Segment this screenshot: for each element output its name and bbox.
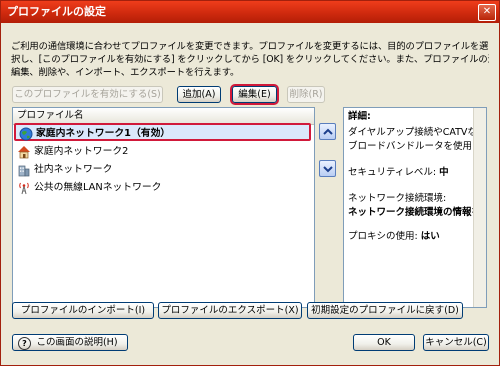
network-environment-value: ネットワーク接続環境の情報を xyxy=(348,207,482,218)
enable-profile-button[interactable]: このプロファイルを有効にする(S) xyxy=(12,86,163,103)
help-button[interactable]: ? この画面の説明(H) xyxy=(12,334,128,351)
profile-item-label: 公共の無線LANネットワーク xyxy=(34,182,162,193)
profile-list: プロファイル名 家庭内ネットワーク1（有効） 家庭内ネットワーク2 社内ネットワ… xyxy=(12,107,315,308)
globe-icon xyxy=(19,127,33,141)
profile-item-label: 家庭内ネットワーク1（有効） xyxy=(36,128,171,139)
question-icon: ? xyxy=(18,337,31,350)
security-level: セキュリティレベル: 中 xyxy=(348,166,449,180)
details-description-line: ダイヤルアップ接続やCATVなど xyxy=(348,127,487,138)
move-up-button[interactable] xyxy=(319,123,336,140)
details-heading: 詳細: xyxy=(348,111,371,122)
title-bar: プロファイルの設定 ✕ xyxy=(1,1,499,23)
proxy-usage-label: プロキシの使用: xyxy=(348,231,418,242)
help-button-label: この画面の説明(H) xyxy=(36,337,118,348)
wireless-tower-icon xyxy=(17,181,31,195)
import-profile-button[interactable]: プロファイルのインポート(I) xyxy=(12,302,154,319)
profile-item-home-2[interactable]: 家庭内ネットワーク2 xyxy=(14,143,311,161)
restore-default-profile-button[interactable]: 初期設定のプロファイルに戻す(D) xyxy=(307,302,463,319)
description-line: 択し、[このプロファイルを有効にする] をクリックしてから [OK] をクリック… xyxy=(11,54,489,65)
details-description-line: ブロードバンドルータを使用しな xyxy=(348,141,487,152)
details-panel: 詳細: ダイヤルアップ接続やCATVなど ブロードバンドルータを使用しな セキュ… xyxy=(343,107,487,308)
description-line: 編集、削除や、インポート、エクスポートを行えます。 xyxy=(11,67,240,78)
chevron-up-icon xyxy=(323,128,333,135)
security-level-value: 中 xyxy=(439,167,449,178)
delete-button[interactable]: 削除(R) xyxy=(287,86,325,103)
description-line: ご利用の通信環境に合わせてプロファイルを変更できます。プロファイルを変更するには… xyxy=(11,41,489,52)
profile-item-label: 家庭内ネットワーク2 xyxy=(34,146,129,157)
security-level-label: セキュリティレベル: xyxy=(348,167,437,178)
proxy-usage-value: はい xyxy=(420,231,440,242)
profile-item-public-wireless[interactable]: 公共の無線LANネットワーク xyxy=(14,179,311,197)
house-icon xyxy=(17,145,31,159)
cancel-button[interactable]: キャンセル(C) xyxy=(423,334,489,351)
move-down-button[interactable] xyxy=(319,160,336,177)
proxy-usage: プロキシの使用: はい xyxy=(348,230,440,244)
description-text: ご利用の通信環境に合わせてプロファイルを変更できます。プロファイルを変更するには… xyxy=(11,40,489,79)
profile-item-home-1[interactable]: 家庭内ネットワーク1（有効） xyxy=(14,123,311,141)
details-scrollbar[interactable] xyxy=(473,108,486,307)
edit-button[interactable]: 編集(E) xyxy=(232,86,277,103)
ok-button[interactable]: OK xyxy=(353,334,415,351)
window-title: プロファイルの設定 xyxy=(7,5,106,18)
export-profile-button[interactable]: プロファイルのエクスポート(X) xyxy=(158,302,302,319)
profile-item-office[interactable]: 社内ネットワーク xyxy=(14,161,311,179)
profile-settings-dialog: プロファイルの設定 ✕ ご利用の通信環境に合わせてプロファイルを変更できます。プ… xyxy=(0,0,500,366)
office-building-icon xyxy=(17,163,31,177)
profile-item-label: 社内ネットワーク xyxy=(34,164,113,175)
add-button[interactable]: 追加(A) xyxy=(177,86,221,103)
network-environment-label: ネットワーク接続環境: xyxy=(348,193,447,204)
chevron-down-icon xyxy=(323,166,333,173)
close-button[interactable]: ✕ xyxy=(478,4,496,21)
